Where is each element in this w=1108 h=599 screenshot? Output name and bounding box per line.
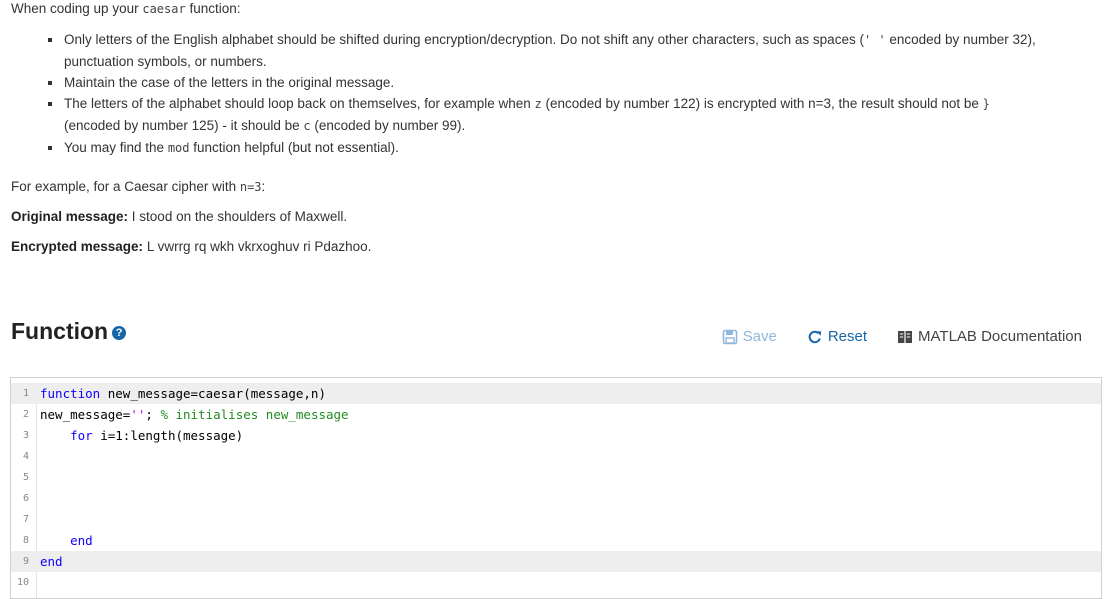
example-intro: For example, for a Caesar cipher with n=… bbox=[11, 179, 266, 194]
list-item: Only letters of the English alphabet sho… bbox=[48, 29, 1048, 72]
code-line[interactable]: 3 for i=1:length(message) bbox=[11, 425, 1101, 446]
code-editor[interactable]: 1 function new_message=caesar(message,n)… bbox=[10, 377, 1102, 599]
reset-icon bbox=[808, 330, 822, 343]
save-button[interactable]: Save bbox=[722, 328, 777, 345]
inline-code: n=3 bbox=[239, 180, 262, 194]
line-number: 9 bbox=[22, 556, 29, 567]
matlab-documentation-link[interactable]: MATLAB Documentation bbox=[897, 328, 1082, 345]
inline-code: ' ' bbox=[863, 33, 886, 47]
code-line[interactable]: 6 bbox=[11, 488, 1101, 509]
line-number: 10 bbox=[16, 577, 29, 588]
code-line[interactable]: 7 bbox=[11, 509, 1101, 530]
editor-toolbar: Save Reset MATLAB Documentation bbox=[692, 328, 1082, 345]
code-line[interactable]: 4 bbox=[11, 446, 1101, 467]
list-item: You may find the mod function helpful (b… bbox=[48, 137, 1048, 159]
original-value: I stood on the shoulders of Maxwell. bbox=[128, 209, 348, 224]
save-icon bbox=[722, 329, 737, 344]
section-title: Function? bbox=[11, 318, 127, 345]
inline-code: } bbox=[982, 97, 990, 111]
line-number: 1 bbox=[22, 388, 29, 399]
book-icon bbox=[898, 330, 913, 343]
line-number: 7 bbox=[22, 514, 29, 525]
line-number: 4 bbox=[22, 451, 29, 462]
inline-code: mod bbox=[167, 141, 190, 155]
code-line[interactable]: 1 function new_message=caesar(message,n) bbox=[11, 383, 1101, 404]
intro-text: When coding up your caesar function: bbox=[11, 1, 241, 16]
list-item: Maintain the case of the letters in the … bbox=[48, 72, 1048, 93]
line-number: 8 bbox=[22, 535, 29, 546]
inline-code: caesar bbox=[142, 2, 186, 16]
original-label: Original message: bbox=[11, 209, 129, 224]
code-line[interactable]: 10 bbox=[11, 572, 1101, 593]
reset-button[interactable]: Reset bbox=[807, 328, 867, 345]
line-number: 2 bbox=[22, 409, 29, 420]
code-line[interactable]: 5 bbox=[11, 467, 1101, 488]
requirements-list: Only letters of the English alphabet sho… bbox=[48, 29, 1048, 159]
help-icon[interactable]: ? bbox=[112, 326, 127, 340]
code-line[interactable]: 2 new_message=''; % initialises new_mess… bbox=[11, 404, 1101, 425]
encrypted-label: Encrypted message: bbox=[11, 239, 144, 254]
line-number: 6 bbox=[22, 493, 29, 504]
code-line[interactable]: 8 end bbox=[11, 530, 1101, 551]
inline-code: c bbox=[303, 119, 311, 133]
inline-code: z bbox=[534, 97, 542, 111]
encrypted-message: Encrypted message: L vwrrg rq wkh vkrxog… bbox=[11, 239, 371, 254]
code-line[interactable]: 9 end bbox=[11, 551, 1101, 572]
line-number: 3 bbox=[22, 430, 29, 441]
original-message: Original message: I stood on the shoulde… bbox=[11, 209, 347, 224]
line-number: 5 bbox=[22, 472, 29, 483]
list-item: The letters of the alphabet should loop … bbox=[48, 93, 1048, 137]
encrypted-value: L vwrrg rq wkh vkrxoghuv ri Pdazhoo. bbox=[143, 239, 372, 254]
